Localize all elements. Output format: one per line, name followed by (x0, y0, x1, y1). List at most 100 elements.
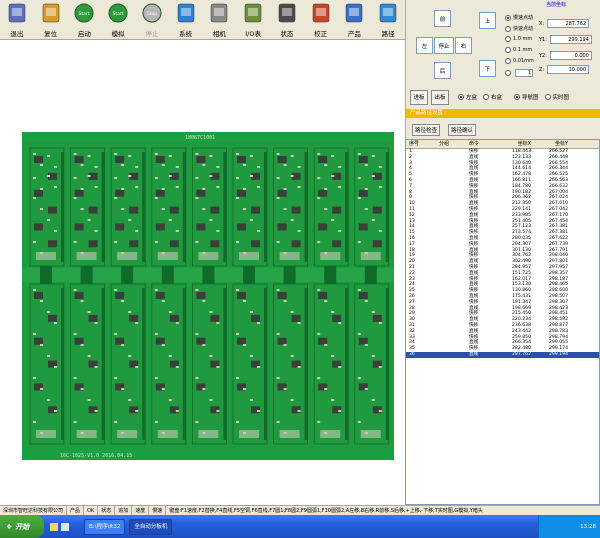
task-explorer[interactable]: B:\程序\ft32 (84, 518, 126, 535)
pcb-board (70, 147, 105, 267)
cell-index: 36 (409, 351, 415, 357)
in-board-button[interactable]: 进板 (410, 89, 428, 105)
calibrate-icon (312, 3, 329, 23)
toolbar-label: 退出 (10, 30, 24, 38)
jog-right-button[interactable]: 右 (455, 37, 472, 54)
desktop-icon[interactable] (61, 522, 69, 531)
pcb-board (273, 147, 309, 267)
simulate-button[interactable]: Start 模拟 (101, 0, 135, 40)
status-button[interactable]: 状态 (270, 0, 304, 40)
speed-option-4[interactable]: 0.01mm (505, 58, 534, 64)
icon-caption: Start (79, 11, 90, 17)
view-live-radio[interactable]: 实时图 (544, 93, 569, 101)
custom-step-field[interactable]: 1 (515, 69, 533, 77)
status-speed-label: 速度 (132, 506, 150, 515)
pcb-board (151, 147, 187, 267)
io-button[interactable]: I/O表 (236, 0, 270, 40)
table-row[interactable]: 36 直线 287.762 299.194 (406, 351, 599, 358)
coord-x-label: X: (539, 20, 545, 27)
speed-option-2[interactable]: 1.0 mm (505, 36, 532, 42)
icon-caption: Stop (147, 11, 157, 17)
calibrate-button[interactable]: 校正 (304, 0, 338, 40)
jog-front-button[interactable]: 前 (434, 10, 451, 27)
coord-z-field[interactable]: 10.000 (547, 65, 590, 74)
reset-button[interactable]: 复位 (34, 0, 68, 40)
jog-down-button[interactable]: 下 (479, 60, 496, 77)
start-icon: Start (74, 3, 94, 23)
path-icon (379, 3, 397, 23)
view-nav-label: 导航图 (522, 95, 539, 101)
system-button[interactable]: 系统 (169, 0, 203, 40)
station-left-radio[interactable]: 左盒 (458, 93, 477, 101)
header-index: 序号 (409, 141, 420, 147)
status-product-value: OK (84, 506, 99, 515)
radio-icon (505, 36, 511, 42)
radio-icon (514, 94, 521, 100)
header-y: 坐标Y (554, 141, 568, 147)
path-settings-panel: 产品路径设置 路径检查 路径确认 (405, 109, 600, 139)
jog-back-button[interactable]: 后 (434, 62, 451, 79)
status-speed-value: 慢速 (149, 506, 167, 515)
coord-y2-row: Y2: 0.000 (539, 51, 592, 60)
folder-icon[interactable] (50, 522, 58, 531)
toolbar-label: 停止 (145, 30, 159, 38)
coord-z-label: Z: (539, 66, 545, 73)
speed-option-label: 慢速点动 (513, 15, 534, 21)
cell-command: 直线 (469, 351, 479, 357)
coord-y2-field[interactable]: 0.000 (549, 51, 592, 60)
panel-top-label: 18067C1001 (185, 135, 215, 141)
stop-button: Stop 停止 (135, 0, 169, 40)
view-nav-radio[interactable]: 导航图 (514, 93, 539, 101)
radio-icon (483, 94, 490, 100)
pcb-board (313, 283, 349, 445)
stop-icon: Stop (142, 3, 162, 23)
radio-icon (505, 70, 511, 76)
speed-option-5[interactable]: 1 (505, 69, 533, 77)
speed-option-label: 1.0 mm (513, 36, 533, 42)
path-confirm-button[interactable]: 路径确认 (448, 124, 476, 136)
path-check-button[interactable]: 路径检查 (412, 124, 440, 136)
pcb-board (110, 283, 146, 445)
speed-option-1[interactable]: 快速点动 (505, 25, 533, 32)
header-x: 坐标X (517, 141, 531, 147)
start-button[interactable]: Start 启动 (68, 0, 102, 40)
station-right-radio[interactable]: 右盒 (483, 93, 502, 101)
coord-y-field[interactable]: 299.194 (549, 35, 592, 44)
task-depaneling-app[interactable]: 全自动分板机 (129, 518, 173, 535)
status-keys-help: 键盘:F1速度,F2替换,F4直线,F5空调,F6直线,F7圆1,F8圆2,F9… (169, 507, 483, 514)
cell-x: 287.762 (512, 351, 531, 357)
station-right-label: 右盒 (491, 95, 503, 101)
speed-option-3[interactable]: 0.1 mm (505, 47, 532, 53)
toolbar-label: 启动 (77, 30, 91, 38)
coord-x-field[interactable]: 287.762 (547, 19, 590, 28)
path-button[interactable]: 路径 (371, 0, 405, 40)
start-button[interactable]: ❖ 开始 (0, 515, 44, 538)
camera-icon (211, 3, 228, 23)
camera-button[interactable]: 相机 (203, 0, 237, 40)
coord-y2-label: Y2: (539, 52, 547, 59)
status-company: 深圳市智旺达科技有限公司 (0, 506, 68, 515)
product-button[interactable]: 产品 (338, 0, 372, 40)
toolbar-label: 模拟 (111, 30, 125, 38)
jog-control-panel: 前 左 停止 右 后 上 下 当前坐标 慢速点动快速点动 1.0 mm 0.1 mm… (405, 0, 600, 85)
coord-y-label: Y1: (539, 36, 547, 43)
speed-option-0[interactable]: 慢速点动 (505, 14, 533, 21)
board-navigation-view[interactable]: 18067C1001 16C-1025-V1.0 2016.04.15 (0, 40, 405, 505)
toolbar-label: 复位 (44, 30, 58, 38)
pcb-board (354, 147, 390, 267)
jog-up-button[interactable]: 上 (479, 12, 496, 29)
pcb-board (110, 147, 146, 267)
station-left-label: 左盒 (466, 95, 478, 101)
status-bar: 深圳市智旺达科技有限公司 产品 OK 状态 追加 速度 慢速 键盘:F1速度,F… (0, 505, 600, 515)
pcb-board (191, 147, 227, 267)
jog-left-button[interactable]: 左 (416, 37, 433, 54)
pcb-boards (29, 147, 390, 445)
cell-group (436, 352, 466, 358)
exit-button[interactable]: 退出 (0, 0, 34, 40)
path-settings-title: 产品路径设置 (406, 109, 600, 118)
product-icon (346, 3, 363, 23)
coords-title: 当前坐标 (546, 2, 567, 8)
jog-stop-button[interactable]: 停止 (434, 37, 454, 54)
toolbar-label: 产品 (347, 30, 361, 38)
out-board-button[interactable]: 出板 (431, 89, 449, 105)
